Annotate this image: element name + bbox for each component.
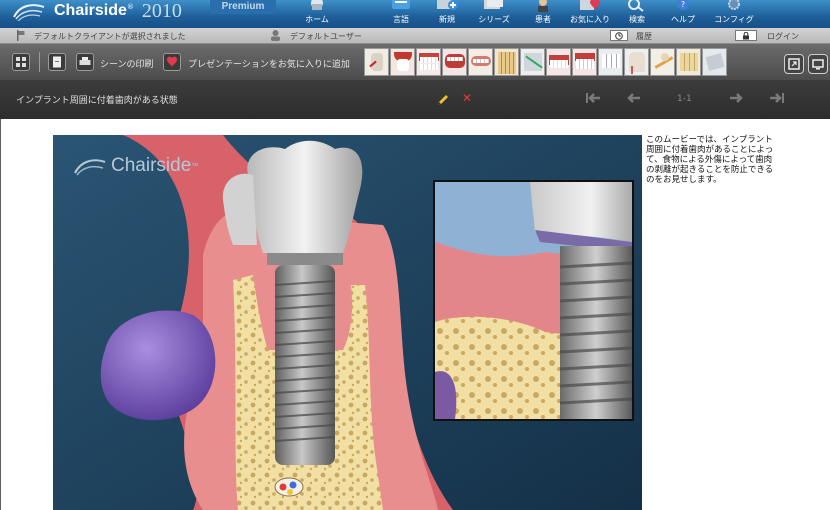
clock-icon	[615, 32, 623, 40]
chairside-logo-icon	[13, 4, 45, 21]
first-page-icon[interactable]	[585, 91, 601, 105]
maximize-button[interactable]	[784, 54, 804, 74]
client-status: デフォルトクライアントが選択されました	[34, 32, 186, 41]
scene-thumb[interactable]	[702, 48, 727, 76]
detail-inset	[433, 180, 634, 421]
expand-icon	[16, 57, 26, 67]
scene-thumb[interactable]	[494, 48, 519, 76]
scene-title: インプラント周囲に付着歯肉がある状態	[16, 96, 178, 106]
inset-illustration	[435, 182, 632, 419]
scene-viewer[interactable]: Chairside ™	[53, 135, 642, 510]
login-label[interactable]: ログイン	[767, 31, 799, 42]
scene-title-bar: インプラント周囲に付着歯肉がある状態 ✕ 1-1	[0, 80, 830, 119]
help-icon: ?	[677, 0, 689, 10]
scene-thumbnails	[364, 48, 727, 76]
nav-language[interactable]: 言語	[376, 0, 426, 28]
main-nav: ホーム 言語 新規 シリーズ 患者 お気に入り 検索 ? ヘルプ コンフィグ	[292, 0, 762, 28]
add-favorite-button[interactable]	[163, 53, 181, 71]
scene-thumb[interactable]	[650, 48, 675, 76]
maximize-icon	[788, 58, 800, 70]
toolbar-divider	[39, 52, 40, 72]
page-indicator: 1-1	[677, 94, 692, 104]
nav-config[interactable]: コンフィグ	[706, 0, 762, 28]
nav-home[interactable]: ホーム	[292, 0, 342, 28]
scene-thumb[interactable]	[572, 48, 597, 76]
print-page-button[interactable]	[48, 53, 66, 71]
scene-thumb[interactable]	[442, 48, 467, 76]
scene-thumb[interactable]	[416, 48, 441, 76]
nav-help[interactable]: ? ヘルプ	[660, 0, 706, 28]
chairside-watermark: Chairside ™	[73, 155, 198, 177]
patient-icon	[538, 0, 548, 12]
nav-patient[interactable]: 患者	[520, 0, 566, 28]
next-page-icon[interactable]	[728, 91, 744, 105]
scene-thumb[interactable]	[390, 48, 415, 76]
nav-new[interactable]: 新規	[426, 0, 468, 28]
config-icon	[728, 0, 740, 10]
lock-icon	[743, 32, 749, 40]
scene-thumb[interactable]	[624, 48, 649, 76]
language-icon	[392, 0, 410, 9]
page-icon	[53, 56, 61, 68]
svg-text:?: ?	[681, 0, 685, 9]
fullscreen-button[interactable]	[12, 53, 30, 71]
history-label[interactable]: 履歴	[636, 31, 652, 42]
last-page-icon[interactable]	[769, 91, 785, 105]
login-button[interactable]	[735, 30, 757, 41]
pencil-icon[interactable]	[436, 93, 450, 107]
content-area: Chairside ™ このムービーでは、インプラント周囲に付着歯肉があることに…	[0, 119, 830, 510]
status-bar: デフォルトクライアントが選択されました デフォルトユーザー 履歴 ログイン	[0, 28, 830, 44]
search-icon	[628, 0, 644, 12]
app-header: Chairside ® 2010 Premium ホーム 言語 新規 シリーズ	[0, 0, 830, 28]
scene-description: このムービーでは、インプラント周囲に付着歯肉があることによって、食物による外傷に…	[646, 135, 774, 185]
screen-mode-button[interactable]	[808, 54, 828, 74]
edition-badge: Premium	[210, 0, 276, 14]
app-window: Chairside ® 2010 Premium ホーム 言語 新規 シリーズ	[0, 0, 830, 510]
scene-thumb[interactable]	[676, 48, 701, 76]
logo: Chairside ® 2010	[12, 0, 182, 24]
nav-search[interactable]: 検索	[614, 0, 660, 28]
flag-icon	[17, 30, 25, 41]
printer-icon	[79, 57, 91, 65]
watermark-logo-icon	[74, 159, 106, 176]
add-favorite-label[interactable]: プレゼンテーションをお気に入りに追加	[188, 57, 350, 70]
nav-favorites[interactable]: お気に入り	[566, 0, 614, 28]
favorites-icon	[580, 0, 600, 10]
user-icon	[271, 30, 280, 41]
logo-text: Chairside	[54, 2, 127, 19]
history-button[interactable]	[610, 30, 628, 41]
scene-thumb[interactable]	[364, 48, 389, 76]
toolbar: シーンの印刷 プレゼンテーションをお気に入りに追加	[0, 44, 830, 80]
new-icon	[437, 0, 458, 10]
scene-thumb[interactable]	[468, 48, 493, 76]
series-icon	[484, 0, 503, 9]
prev-page-icon[interactable]	[626, 91, 642, 105]
print-scene-label[interactable]: シーンの印刷	[100, 57, 154, 70]
scene-thumb[interactable]	[598, 48, 623, 76]
scene-thumb[interactable]	[520, 48, 545, 76]
home-icon	[311, 0, 323, 10]
logo-year: 2010	[141, 0, 182, 22]
monitor-icon	[812, 59, 824, 70]
watermark-text: Chairside	[111, 155, 192, 176]
user-status: デフォルトユーザー	[290, 32, 362, 41]
nav-series[interactable]: シリーズ	[468, 0, 520, 28]
scene-thumb[interactable]	[546, 48, 571, 76]
heart-icon	[167, 56, 177, 67]
close-icon[interactable]: ✕	[462, 91, 472, 105]
print-scene-button[interactable]	[76, 53, 94, 71]
